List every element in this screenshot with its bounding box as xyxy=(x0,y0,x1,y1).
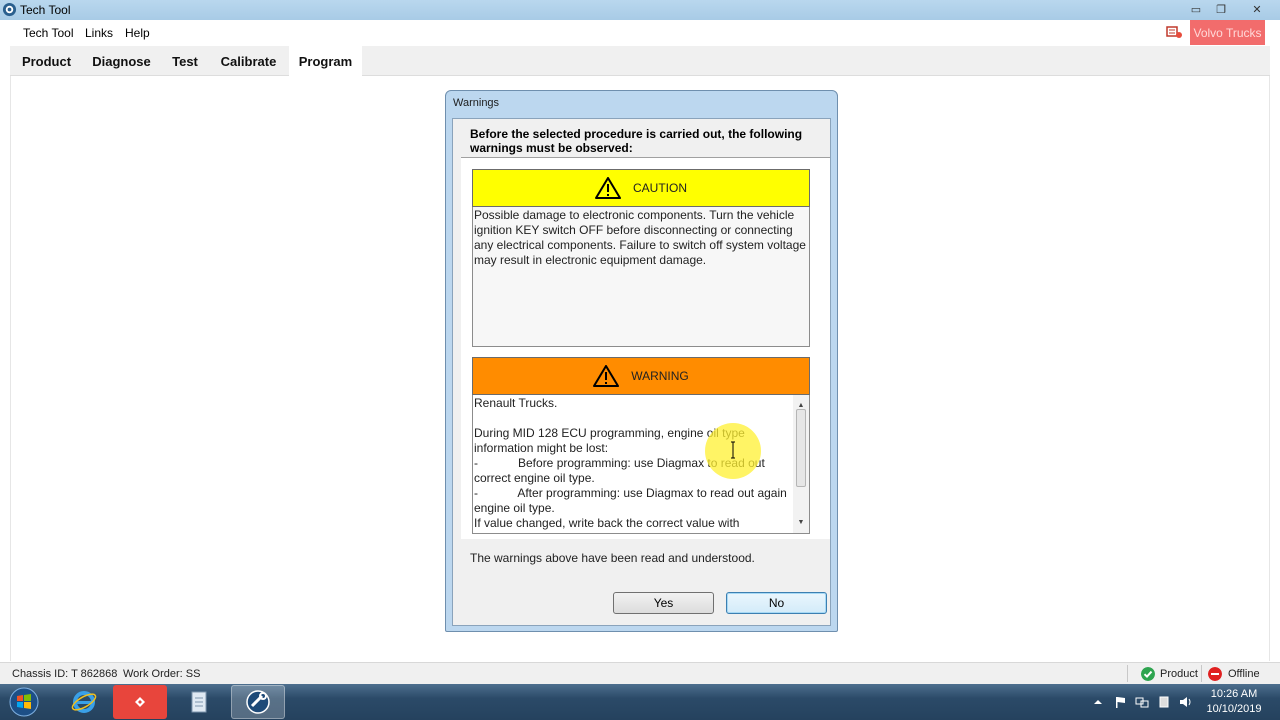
taskbar-notepad[interactable] xyxy=(172,685,226,719)
warning-text-box[interactable]: Renault Trucks. During MID 128 ECU progr… xyxy=(472,395,810,534)
close-icon: ✕ xyxy=(1252,4,1262,16)
caution-warning-triangle-icon xyxy=(595,177,621,199)
menu-links[interactable]: Links xyxy=(85,26,113,40)
warning-header: WARNING xyxy=(472,357,810,395)
minimize-button[interactable]: ▭ xyxy=(1183,1,1209,18)
dialog-body: Before the selected procedure is carried… xyxy=(452,118,831,626)
tab-test[interactable]: Test xyxy=(163,46,207,76)
tab-program[interactable]: Program xyxy=(289,46,362,76)
no-button[interactable]: No xyxy=(726,592,827,614)
taskbar-ie[interactable] xyxy=(57,685,111,719)
scroll-down-arrow-icon[interactable]: ▼ xyxy=(793,515,809,530)
product-status: Product xyxy=(1160,668,1198,680)
warning-triangle-icon xyxy=(593,365,620,387)
scroll-thumb[interactable] xyxy=(796,409,806,487)
system-clock[interactable]: 10:26 AM 10/10/2019 xyxy=(1204,687,1264,717)
caution-text: Possible damage to electronic components… xyxy=(474,208,810,267)
maximize-button[interactable]: ❐ xyxy=(1208,1,1234,18)
volume-icon[interactable] xyxy=(1179,695,1193,709)
text-cursor-icon xyxy=(731,441,735,459)
action-center-flag-icon[interactable] xyxy=(1113,695,1127,709)
brand-badge: Volvo Trucks xyxy=(1190,20,1265,45)
taskbar-tech-tool[interactable] xyxy=(231,685,285,719)
tab-diagnose[interactable]: Diagnose xyxy=(82,46,161,76)
window-title: Tech Tool xyxy=(20,3,71,17)
dialog-intro-text: Before the selected procedure is carried… xyxy=(470,127,803,155)
minimize-icon: ▭ xyxy=(1190,4,1202,16)
start-button[interactable] xyxy=(0,685,48,719)
menu-help[interactable]: Help xyxy=(125,26,150,40)
status-divider xyxy=(1127,665,1128,682)
main-tab-bar: Product Diagnose Test Calibrate Program xyxy=(10,46,1270,76)
product-ok-icon xyxy=(1141,667,1155,681)
dialog-title: Warnings xyxy=(453,97,500,109)
notepad-icon xyxy=(191,691,207,713)
restore-icon: ❐ xyxy=(1216,4,1226,16)
show-hidden-icons-icon[interactable] xyxy=(1091,695,1105,709)
clock-time: 10:26 AM xyxy=(1210,688,1258,700)
caution-text-box: Possible damage to electronic components… xyxy=(472,207,810,347)
close-button[interactable]: ✕ xyxy=(1244,1,1270,18)
taskbar: 10:26 AM 10/10/2019 xyxy=(0,684,1280,720)
windows-start-icon xyxy=(9,687,39,717)
work-order: Work Order: SS xyxy=(123,668,201,680)
caution-label: CAUTION xyxy=(633,181,687,195)
offline-icon xyxy=(1208,667,1222,681)
acknowledgement-text: The warnings above have been read and un… xyxy=(470,551,755,565)
usb-device-icon[interactable] xyxy=(1157,695,1171,709)
connection-status: Offline xyxy=(1228,668,1260,680)
taskbar-anydesk[interactable] xyxy=(113,685,167,719)
warning-scrollbar[interactable]: ▲ ▼ xyxy=(793,395,809,533)
tab-product[interactable]: Product xyxy=(13,46,80,76)
warnings-panel: CAUTION Possible damage to electronic co… xyxy=(461,157,830,539)
menu-bar: Tech Tool Links Help xyxy=(0,20,1280,45)
warnings-dialog: Warnings Before the selected procedure i… xyxy=(445,90,838,632)
chassis-id: Chassis ID: T 862868 xyxy=(12,668,118,680)
internet-explorer-icon xyxy=(71,691,97,713)
yes-button[interactable]: Yes xyxy=(613,592,714,614)
remote-desktop-icon xyxy=(135,697,145,707)
menu-tech-tool[interactable]: Tech Tool xyxy=(23,26,73,40)
notification-flag-icon[interactable] xyxy=(1166,25,1182,39)
status-divider xyxy=(1201,665,1202,682)
warning-label: WARNING xyxy=(631,369,689,383)
tab-calibrate[interactable]: Calibrate xyxy=(210,46,287,76)
title-bar: Tech Tool ▭ ❐ ✕ xyxy=(0,0,1280,20)
caution-header: CAUTION xyxy=(472,169,810,207)
tech-tool-app-icon xyxy=(2,2,17,17)
tech-tool-taskbar-icon xyxy=(246,690,270,714)
clock-date: 10/10/2019 xyxy=(1206,703,1262,715)
network-icon[interactable] xyxy=(1135,695,1149,709)
status-bar: Chassis ID: T 862868 Work Order: SS Prod… xyxy=(0,662,1280,684)
